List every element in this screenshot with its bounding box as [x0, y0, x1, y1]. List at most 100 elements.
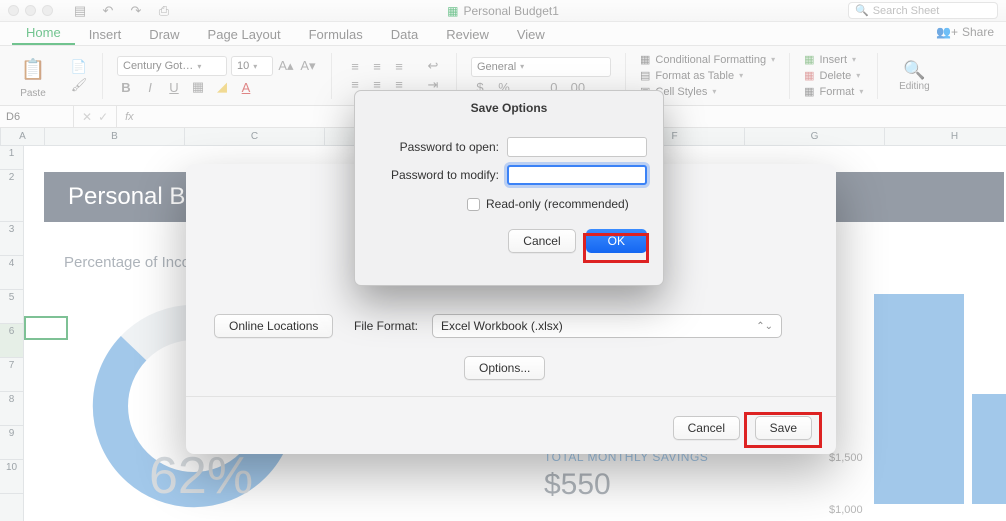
bold-icon[interactable]: B [117, 80, 135, 95]
find-icon: 🔍 [903, 60, 925, 81]
font-name-combo[interactable]: Century Got…▾ [117, 56, 227, 76]
font-color-icon[interactable]: A [237, 80, 255, 95]
readonly-label: Read-only (recommended) [486, 197, 629, 211]
traffic-close[interactable] [8, 5, 19, 16]
redo-icon[interactable]: ↷ [127, 3, 145, 19]
row-4[interactable]: 4 [0, 256, 23, 290]
tab-page-layout[interactable]: Page Layout [194, 23, 295, 45]
tab-view[interactable]: View [503, 23, 559, 45]
conditional-formatting-button[interactable]: ▦Conditional Formatting▾ [640, 52, 775, 67]
selected-cell-outline [24, 316, 68, 340]
window-titlebar: ▤ ↶ ↷ ⎙ ▦ Personal Budget1 🔍 Search Shee… [0, 0, 1006, 22]
tab-draw[interactable]: Draw [135, 23, 193, 45]
row-8[interactable]: 8 [0, 392, 23, 426]
ribbon-tabs: Home Insert Draw Page Layout Formulas Da… [0, 22, 1006, 46]
name-box[interactable]: D6 [0, 106, 74, 127]
row-9[interactable]: 9 [0, 426, 23, 460]
save-dialog-cancel-button[interactable]: Cancel [673, 416, 740, 440]
save-options-title: Save Options [355, 101, 663, 115]
password-open-input[interactable] [507, 137, 647, 157]
grow-font-icon[interactable]: A▴ [277, 58, 295, 74]
shrink-font-icon[interactable]: A▾ [299, 58, 317, 74]
search-icon: 🔍 [855, 4, 869, 17]
font-size-combo[interactable]: 10▾ [231, 56, 273, 76]
row-2[interactable]: 2 [0, 170, 23, 222]
print-icon[interactable]: ⎙ [155, 3, 173, 19]
align-bot-icon[interactable]: ≡ [390, 59, 408, 74]
chevron-updown-icon: ⌃⌄ [756, 321, 773, 332]
chart-axis-1000: $1,000 [829, 504, 863, 516]
readonly-checkbox[interactable] [467, 198, 480, 211]
row-6[interactable]: 6 [0, 324, 23, 358]
col-B[interactable]: B [45, 128, 185, 145]
fill-color-icon[interactable]: ◢ [213, 79, 231, 95]
subheading: Percentage of Inco [64, 254, 190, 271]
col-G[interactable]: G [745, 128, 885, 145]
col-H[interactable]: H [885, 128, 1006, 145]
traffic-zoom[interactable] [42, 5, 53, 16]
col-A[interactable]: A [1, 128, 45, 145]
tab-home[interactable]: Home [12, 21, 75, 45]
row-1[interactable]: 1 [0, 146, 23, 170]
format-painter-icon[interactable]: 🖌 [70, 77, 88, 93]
align-mid-icon[interactable]: ≡ [368, 59, 386, 74]
row-10[interactable]: 10 [0, 460, 23, 494]
tab-review[interactable]: Review [432, 23, 503, 45]
delete-cell-icon: ▦ [804, 69, 814, 82]
cells-format-button[interactable]: ▦Format▾ [804, 84, 863, 99]
fmt-table-icon: ▤ [640, 69, 650, 82]
cancel-edit-icon[interactable]: ✕ [82, 110, 92, 124]
paste-label: Paste [20, 88, 46, 99]
bar-2 [972, 394, 1006, 504]
row-headers: 1 2 3 4 5 6 7 8 9 10 [0, 146, 24, 521]
editing-group[interactable]: 🔍 Editing [892, 57, 936, 95]
border-icon[interactable]: ▦ [189, 79, 207, 95]
file-format-label: File Format: [354, 319, 418, 333]
copy-icon[interactable]: 📄 [70, 59, 88, 75]
row-5[interactable]: 5 [0, 290, 23, 324]
save-icon[interactable]: ▤ [71, 3, 89, 19]
undo-icon[interactable]: ↶ [99, 3, 117, 19]
insert-cell-icon: ▦ [804, 53, 814, 66]
traffic-min[interactable] [25, 5, 36, 16]
tab-data[interactable]: Data [377, 23, 432, 45]
tab-insert[interactable]: Insert [75, 23, 136, 45]
chart-axis-1500: $1,500 [829, 452, 863, 464]
total-savings-value: $550 [544, 468, 611, 502]
cells-delete-button[interactable]: ▦Delete▾ [804, 68, 863, 83]
row-3[interactable]: 3 [0, 222, 23, 256]
cond-fmt-icon: ▦ [640, 53, 650, 66]
search-sheet-input[interactable]: 🔍 Search Sheet [848, 2, 998, 19]
row-7[interactable]: 7 [0, 358, 23, 392]
pwd-modify-label: Password to modify: [391, 168, 499, 182]
online-locations-button[interactable]: Online Locations [214, 314, 333, 338]
cells-insert-button[interactable]: ▦Insert▾ [804, 52, 863, 67]
wrap-text-icon[interactable]: ↩ [424, 58, 442, 74]
password-modify-input[interactable] [507, 165, 647, 185]
align-top-icon[interactable]: ≡ [346, 59, 364, 74]
save-options-cancel-button[interactable]: Cancel [508, 229, 575, 253]
search-placeholder: Search Sheet [873, 5, 940, 17]
confirm-edit-icon[interactable]: ✓ [98, 110, 108, 124]
save-options-dialog: Save Options Password to open: Password … [354, 90, 664, 286]
donut-percent: 62% [149, 446, 253, 506]
bar-1 [874, 294, 964, 504]
format-cell-icon: ▦ [804, 85, 814, 98]
format-as-table-button[interactable]: ▤Format as Table▾ [640, 68, 775, 83]
col-C[interactable]: C [185, 128, 325, 145]
underline-icon[interactable]: U [165, 80, 183, 95]
doc-title: Personal Budget1 [463, 4, 558, 18]
share-label: Share [962, 25, 994, 39]
tab-formulas[interactable]: Formulas [295, 23, 377, 45]
number-format-combo[interactable]: General▾ [471, 57, 611, 77]
paste-icon[interactable]: 📋 [16, 52, 50, 86]
file-format-combo[interactable]: Excel Workbook (.xlsx) ⌃⌄ [432, 314, 782, 338]
italic-icon[interactable]: I [141, 80, 159, 95]
save-dialog-save-button[interactable]: Save [755, 416, 812, 440]
save-options-ok-button[interactable]: OK [586, 229, 647, 253]
share-icon: 👥+ [936, 25, 958, 39]
share-button[interactable]: 👥+ Share [936, 25, 994, 39]
fx-icon[interactable]: fx [117, 111, 142, 123]
editing-label: Editing [899, 81, 930, 92]
options-button[interactable]: Options... [464, 356, 545, 380]
